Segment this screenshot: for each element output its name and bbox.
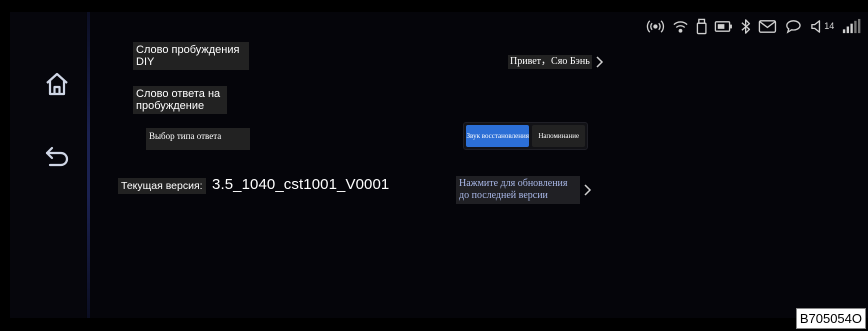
bluetooth-icon (740, 16, 751, 36)
version-label: Текущая версия: (118, 178, 206, 194)
update-link-text: Нажмите для обновления до последней верс… (456, 176, 580, 204)
update-link[interactable]: Нажмите для обновления до последней верс… (456, 176, 592, 204)
wake-word-value: Привет，Сяо Бэнь (508, 55, 592, 69)
home-icon (46, 72, 68, 96)
wifi-icon (672, 16, 689, 36)
hotspot-icon (646, 16, 665, 36)
mail-icon (758, 16, 777, 36)
signal-icon (841, 16, 862, 36)
volume-level: 14 (824, 21, 835, 31)
back-button[interactable] (40, 139, 74, 173)
code-badge: B705054O (795, 308, 866, 329)
wake-word-selector[interactable]: Привет，Сяо Бэнь (508, 55, 604, 69)
chat-icon (784, 16, 803, 36)
version-value: 3.5_1040_cst1001_V0001 (212, 176, 390, 193)
response-type-toggle: Звук восстановления Напоминание (463, 122, 588, 150)
volume-icon: 14 (810, 16, 834, 36)
response-type-option-reminder[interactable]: Напоминание (532, 125, 585, 147)
usb-icon (696, 16, 707, 36)
response-type-option-restore-sound[interactable]: Звук восстановления (466, 125, 530, 147)
battery-icon (714, 16, 733, 36)
chevron-right-icon (596, 56, 603, 68)
wake-word-label: Слово пробуждения DIY (133, 42, 249, 70)
back-arrow-icon (45, 146, 69, 167)
response-word-label: Слово ответа на пробуждение (133, 86, 227, 114)
sidebar (10, 12, 86, 318)
sidebar-divider (87, 12, 90, 318)
status-bar: 14 (646, 14, 862, 38)
response-type-label: Выбор типа ответа (146, 128, 250, 150)
home-button[interactable] (40, 67, 74, 101)
chevron-right-icon (584, 184, 592, 196)
